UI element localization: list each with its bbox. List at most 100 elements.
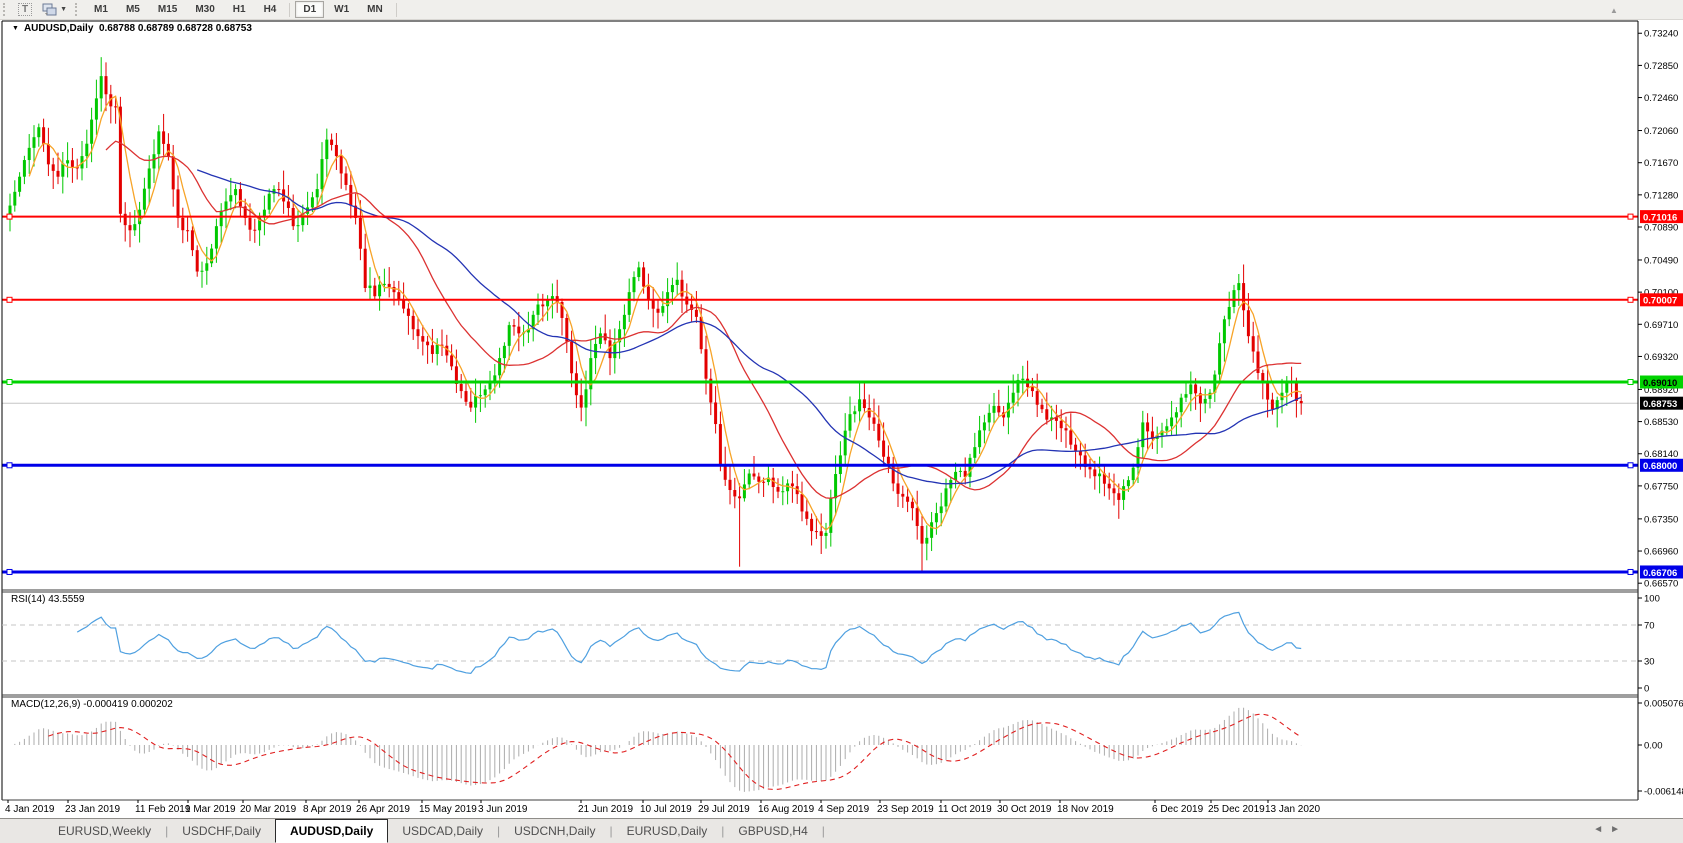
chart-menu-icon[interactable]: ▼ xyxy=(12,25,19,32)
line-handle[interactable] xyxy=(1628,569,1633,574)
toolbar-separator xyxy=(289,3,290,17)
line-handle[interactable] xyxy=(1628,297,1633,302)
date-label: 10 Jul 2019 xyxy=(640,804,692,815)
toolbar-separator xyxy=(396,3,397,17)
line-handle[interactable] xyxy=(7,569,12,574)
chart-canvas[interactable]: 0.73240 0.72850 0.72460 0.72060 0.71670 0.712… xyxy=(0,20,1683,818)
timeframe-button-mn[interactable]: MN xyxy=(359,1,391,18)
price-tick-label: 0.67350 xyxy=(1644,514,1678,525)
macd-tick-label: 0.00 xyxy=(1644,741,1663,752)
date-label: 23 Sep 2019 xyxy=(877,804,934,815)
date-label: 15 May 2019 xyxy=(419,804,477,815)
price-tick-label: 0.66570 xyxy=(1644,579,1678,590)
top-toolbar: T ▼ M1M5M15M30H1H4 D1W1MN ▲ xyxy=(0,0,1683,20)
chart-tabs: EURUSD,Weekly|USDCHF,DailyAUDUSD,DailyUS… xyxy=(44,819,825,843)
date-label: 11 Feb 2019 xyxy=(135,804,191,815)
chart-background xyxy=(0,20,1683,818)
date-label: 16 Aug 2019 xyxy=(758,804,815,815)
line-handle[interactable] xyxy=(1628,463,1633,468)
date-label: 25 Dec 2019 xyxy=(1208,804,1265,815)
tab-eurusd-weekly[interactable]: EURUSD,Weekly xyxy=(44,819,165,843)
date-label: 8 Apr 2019 xyxy=(303,804,352,815)
rsi-tick-label: 100 xyxy=(1644,594,1660,605)
tab-gbpusd-h4[interactable]: GBPUSD,H4 xyxy=(724,819,821,843)
price-tick-label: 0.69710 xyxy=(1644,320,1678,331)
rsi-indicator-label: RSI(14) 43.5559 xyxy=(11,594,84,605)
tab-usdcad-daily[interactable]: USDCAD,Daily xyxy=(388,819,497,843)
chart-header: ▼ AUDUSD,Daily 0.68788 0.68789 0.68728 0.… xyxy=(12,23,252,34)
text-tool-button[interactable]: T xyxy=(14,2,36,18)
price-tick-label: 0.70490 xyxy=(1644,255,1678,266)
price-tick-label: 0.66960 xyxy=(1644,547,1678,558)
timeframe-button-d1[interactable]: D1 xyxy=(295,1,324,18)
price-tick-label: 0.70890 xyxy=(1644,223,1678,234)
tab-eurusd-daily[interactable]: EURUSD,Daily xyxy=(613,819,722,843)
price-tick-label: 0.67750 xyxy=(1644,481,1678,492)
date-label: 18 Nov 2019 xyxy=(1057,804,1114,815)
chart-shift-marker[interactable]: ▲ xyxy=(1610,6,1618,15)
level-price-label-text: 0.68000 xyxy=(1643,461,1677,472)
tab-usdcnh-daily[interactable]: USDCNH,Daily xyxy=(500,819,609,843)
timeframe-button-h1[interactable]: H1 xyxy=(225,1,254,18)
rsi-tick-label: 0 xyxy=(1644,684,1649,695)
timeframe-button-w1[interactable]: W1 xyxy=(326,1,357,18)
level-price-label-text: 0.69010 xyxy=(1643,378,1677,389)
current-price-label-text: 0.68753 xyxy=(1643,399,1677,410)
level-price-label-text: 0.70007 xyxy=(1643,296,1677,307)
macd-tick-label: 0.005076 xyxy=(1644,699,1683,710)
line-handle[interactable] xyxy=(7,297,12,302)
line-handle[interactable] xyxy=(7,463,12,468)
chart-ohlc-values: 0.68788 0.68789 0.68728 0.68753 xyxy=(99,23,252,34)
date-label: 21 Jun 2019 xyxy=(578,804,633,815)
price-tick-label: 0.72460 xyxy=(1644,93,1678,104)
timeframe-button-m30[interactable]: M30 xyxy=(187,1,222,18)
macd-indicator-label: MACD(12,26,9) -0.000419 0.000202 xyxy=(11,699,173,710)
arrange-charts-button[interactable]: ▼ xyxy=(38,2,71,18)
chart-window: 0.73240 0.72850 0.72460 0.72060 0.71670 0.712… xyxy=(0,20,1683,818)
timeframe-button-m1[interactable]: M1 xyxy=(86,1,116,18)
price-tick-label: 0.71670 xyxy=(1644,158,1678,169)
price-tick-label: 0.69320 xyxy=(1644,352,1678,363)
price-tick-label: 0.73240 xyxy=(1644,29,1678,40)
date-label: 4 Jan 2019 xyxy=(5,804,55,815)
timeframe-button-m5[interactable]: M5 xyxy=(118,1,148,18)
date-label: 20 Mar 2019 xyxy=(240,804,297,815)
timeframe-buttons: M1M5M15M30H1H4 D1W1MN xyxy=(85,0,392,20)
timeframe-button-m15[interactable]: M15 xyxy=(150,1,185,18)
line-handle[interactable] xyxy=(7,214,12,219)
toolbar-grip[interactable] xyxy=(3,3,9,16)
date-label: 1 Mar 2019 xyxy=(185,804,236,815)
tab-scroll-right-icon[interactable]: ► xyxy=(1610,824,1627,835)
price-tick-label: 0.72060 xyxy=(1644,126,1678,137)
date-label: 23 Jan 2019 xyxy=(65,804,120,815)
price-tick-label: 0.68140 xyxy=(1644,449,1678,460)
macd-tick-label: -0.006148 xyxy=(1644,787,1683,798)
chart-symbol-period: AUDUSD,Daily xyxy=(24,23,93,34)
toolbar-grip[interactable] xyxy=(75,3,81,16)
date-label: 4 Sep 2019 xyxy=(818,804,870,815)
chevron-down-icon: ▼ xyxy=(60,6,67,13)
price-tick-label: 0.72850 xyxy=(1644,61,1678,72)
date-label: 11 Oct 2019 xyxy=(938,804,992,815)
price-tick-label: 0.68530 xyxy=(1644,417,1678,428)
date-label: 26 Apr 2019 xyxy=(356,804,410,815)
line-handle[interactable] xyxy=(7,380,12,385)
line-handle[interactable] xyxy=(1628,214,1633,219)
tab-audusd-daily[interactable]: AUDUSD,Daily xyxy=(275,819,388,843)
level-price-label-text: 0.71016 xyxy=(1643,212,1677,223)
price-tick-label: 0.71280 xyxy=(1644,190,1678,201)
date-label: 29 Jul 2019 xyxy=(698,804,750,815)
timeframe-button-h4[interactable]: H4 xyxy=(256,1,285,18)
rsi-tick-label: 30 xyxy=(1644,657,1655,668)
date-label: 6 Dec 2019 xyxy=(1152,804,1204,815)
tab-scroll-left-icon[interactable]: ◄ xyxy=(1593,824,1610,835)
text-tool-icon: T xyxy=(18,3,32,16)
tab-separator: | xyxy=(822,824,825,838)
date-label: 13 Jan 2020 xyxy=(1265,804,1320,815)
arrange-charts-icon xyxy=(42,3,57,16)
rsi-tick-label: 70 xyxy=(1644,621,1655,632)
date-label: 3 Jun 2019 xyxy=(478,804,528,815)
date-label: 30 Oct 2019 xyxy=(997,804,1052,815)
tab-usdchf-daily[interactable]: USDCHF,Daily xyxy=(168,819,275,843)
line-handle[interactable] xyxy=(1628,380,1633,385)
